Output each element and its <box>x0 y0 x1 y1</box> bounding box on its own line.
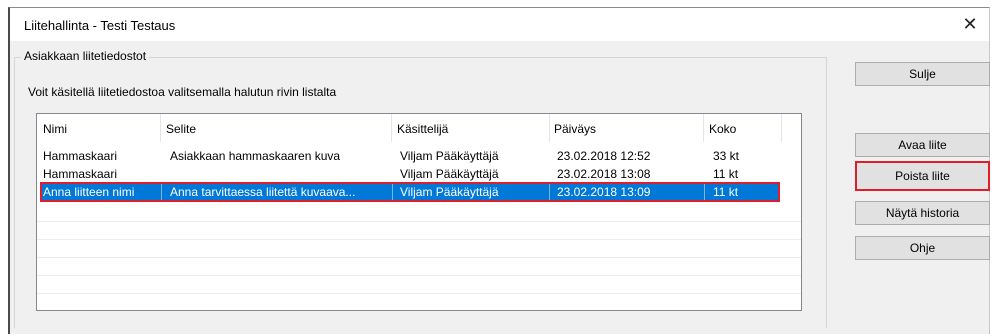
column-divider[interactable] <box>160 114 161 142</box>
close-button[interactable]: Sulje <box>855 62 990 86</box>
cell-kasittelija: Viljam Pääkäyttäjä <box>400 167 499 181</box>
column-divider[interactable] <box>391 114 392 142</box>
column-header-selite[interactable]: Selite <box>166 122 196 136</box>
column-divider[interactable] <box>781 114 782 142</box>
window-title: Liitehallinta - Testi Testaus <box>24 18 176 33</box>
column-header-koko[interactable]: Koko <box>709 122 736 136</box>
row-divider <box>37 257 801 258</box>
cell-koko: 11 kt <box>713 167 739 181</box>
row-divider <box>37 221 801 222</box>
open-attachment-button[interactable]: Avaa liite <box>855 133 990 157</box>
help-button[interactable]: Ohje <box>855 236 990 260</box>
cell-nimi: Hammaskaari <box>43 167 118 181</box>
group-legend: Asiakkaan liitetiedostot <box>21 49 150 63</box>
column-divider[interactable] <box>703 114 704 142</box>
instructions-text: Voit käsitellä liitetiedostoa valitsemal… <box>28 85 337 99</box>
cell-paivays: 23.02.2018 12:52 <box>557 149 651 163</box>
column-header-paivays[interactable]: Päiväys <box>554 122 596 136</box>
show-history-button[interactable]: Näytä historia <box>855 201 990 225</box>
attachments-list[interactable]: Nimi Selite Käsittelijä Päiväys Koko Ham… <box>36 113 802 311</box>
cell-paivays: 23.02.2018 13:08 <box>557 167 651 181</box>
cell-selite: Asiakkaan hammaskaaren kuva <box>170 149 341 163</box>
cell-kasittelija: Viljam Pääkäyttäjä <box>400 149 499 163</box>
row-divider <box>37 239 801 240</box>
cell-nimi: Hammaskaari <box>43 149 118 163</box>
title-bar[interactable]: Liitehallinta - Testi Testaus ✕ <box>10 8 989 41</box>
column-divider[interactable] <box>549 114 550 142</box>
row-divider <box>37 293 801 294</box>
close-icon[interactable]: ✕ <box>957 12 983 36</box>
selection-annotation-box <box>40 182 780 202</box>
cell-koko: 33 kt <box>713 149 740 163</box>
column-header-nimi[interactable]: Nimi <box>43 122 67 136</box>
column-header-kasittelija[interactable]: Käsittelijä <box>397 122 448 136</box>
row-divider <box>37 275 801 276</box>
delete-attachment-button[interactable]: Poista liite <box>855 161 990 191</box>
